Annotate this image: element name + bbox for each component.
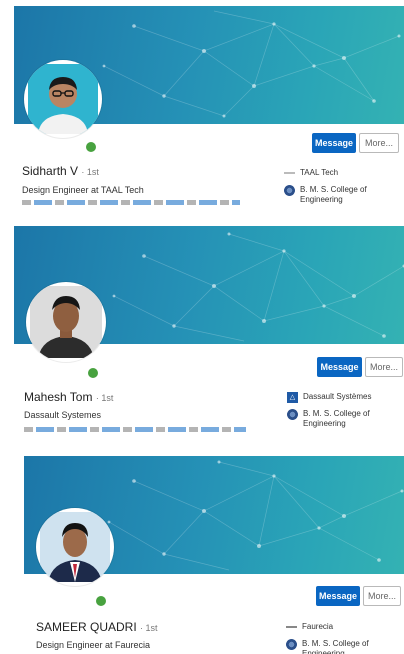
education[interactable]: B. M. S. College of Engineering	[286, 639, 398, 654]
message-button[interactable]: Message	[312, 133, 356, 153]
faurecia-logo-icon	[286, 622, 297, 633]
online-status-indicator	[84, 140, 98, 154]
profile-sidebar-info: Faurecia B. M. S. College of Engineering	[286, 622, 398, 654]
profile-name[interactable]: SAMEER QUADRI · 1st	[36, 620, 158, 634]
profile-name-text[interactable]: Sidharth V	[22, 164, 78, 178]
more-button[interactable]: More...	[359, 133, 399, 153]
truncated-text-line	[24, 427, 246, 432]
more-button[interactable]: More...	[365, 357, 403, 377]
company-name[interactable]: Dassault Systèmes	[303, 392, 371, 402]
profile-name[interactable]: Sidharth V · 1st	[22, 164, 99, 178]
current-company[interactable]: TAAL Tech	[284, 168, 399, 179]
education-name[interactable]: B. M. S. College of Engineering	[303, 409, 399, 429]
connection-degree: · 1st	[140, 623, 158, 633]
avatar[interactable]	[26, 282, 106, 362]
profile-sidebar-info: △ Dassault Systèmes B. M. S. College of …	[287, 392, 399, 432]
education[interactable]: B. M. S. College of Engineering	[284, 185, 399, 205]
online-status-indicator	[94, 594, 108, 608]
education-name[interactable]: B. M. S. College of Engineering	[302, 639, 398, 654]
college-seal-icon	[284, 185, 295, 196]
college-seal-icon	[287, 409, 298, 420]
profile-name-text[interactable]: SAMEER QUADRI	[36, 620, 137, 634]
profile-card: Message More... Mahesh Tom · 1st Dassaul…	[0, 222, 404, 432]
profile-headline: Design Engineer at Faurecia	[36, 640, 151, 650]
dassault-logo-icon: △	[287, 392, 298, 403]
profile-headline: Dassault Systemes	[24, 410, 102, 420]
education[interactable]: B. M. S. College of Engineering	[287, 409, 399, 429]
avatar[interactable]	[24, 60, 102, 138]
profile-card: Message More... Sidharth V · 1st Design …	[0, 0, 404, 205]
more-button[interactable]: More...	[363, 586, 401, 606]
current-company[interactable]: △ Dassault Systèmes	[287, 392, 399, 403]
connection-degree: · 1st	[81, 167, 99, 177]
avatar[interactable]	[36, 508, 114, 586]
company-name[interactable]: TAAL Tech	[300, 168, 338, 178]
person-photo	[40, 512, 110, 582]
message-button[interactable]: Message	[317, 357, 362, 377]
profile-headline: Design Engineer at TAAL Tech	[22, 185, 144, 195]
taal-logo-icon	[284, 168, 295, 179]
person-photo	[30, 286, 102, 358]
online-status-indicator	[86, 366, 100, 380]
college-seal-icon	[286, 639, 297, 650]
message-button[interactable]: Message	[316, 586, 360, 606]
profile-name-text[interactable]: Mahesh Tom	[24, 390, 92, 404]
connection-degree: · 1st	[95, 393, 114, 403]
company-name[interactable]: Faurecia	[302, 622, 333, 632]
education-name[interactable]: B. M. S. College of Engineering	[300, 185, 399, 205]
profile-card: Message More... SAMEER QUADRI · 1st Desi…	[0, 450, 404, 654]
current-company[interactable]: Faurecia	[286, 622, 398, 633]
person-photo	[28, 64, 98, 134]
truncated-text-line	[22, 200, 240, 205]
profile-name[interactable]: Mahesh Tom · 1st	[24, 390, 113, 404]
profile-sidebar-info: TAAL Tech B. M. S. College of Engineerin…	[284, 168, 399, 205]
